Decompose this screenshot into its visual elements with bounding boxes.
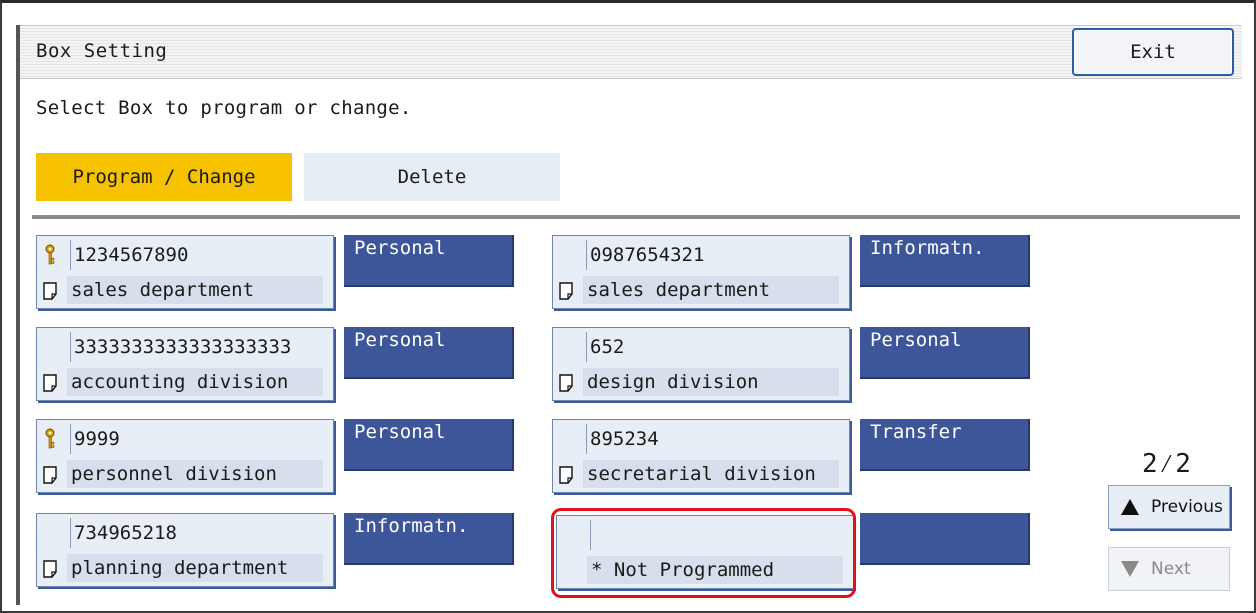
next-button[interactable]: Next xyxy=(1108,547,1230,591)
instruction-text: Select Box to program or change. xyxy=(36,97,412,119)
box-button[interactable]: 652 design division xyxy=(552,327,850,401)
box-number: 9999 xyxy=(70,424,329,454)
previous-button[interactable]: Previous xyxy=(1108,485,1230,529)
box-button[interactable]: 895234 secretarial division xyxy=(552,419,850,493)
box-number: 895234 xyxy=(586,424,845,454)
box-button[interactable]: 734965218 planning department xyxy=(36,513,334,587)
program-change-button[interactable]: Program / Change xyxy=(36,153,292,201)
document-icon xyxy=(43,560,57,578)
box-type-tag: Informatn. xyxy=(344,513,514,565)
box-type-tag: Personal xyxy=(860,327,1030,379)
document-icon xyxy=(559,282,573,300)
box-type-tag: Personal xyxy=(344,419,514,471)
delete-button[interactable]: Delete xyxy=(304,153,560,201)
page-indicator: 2⁄2 xyxy=(1142,449,1192,479)
box-type-tag: Transfer xyxy=(860,419,1030,471)
previous-label: Previous xyxy=(1151,497,1223,517)
document-icon xyxy=(43,374,57,392)
triangle-up-icon xyxy=(1121,499,1139,515)
box-name: planning department xyxy=(67,554,323,582)
box-number: 734965218 xyxy=(70,518,329,548)
box-name: sales department xyxy=(67,276,323,304)
document-icon xyxy=(43,466,57,484)
key-icon xyxy=(45,244,55,265)
box-type-tag: Personal xyxy=(344,327,514,379)
box-name: accounting division xyxy=(67,368,323,396)
window-frame: Box Setting Exit Select Box to program o… xyxy=(0,0,1256,613)
next-label: Next xyxy=(1151,559,1191,579)
window-title: Box Setting xyxy=(36,40,168,62)
box-button[interactable]: 0987654321 sales department xyxy=(552,235,850,309)
divider xyxy=(32,215,1240,219)
box-name: design division xyxy=(583,368,839,396)
triangle-down-icon xyxy=(1121,561,1139,577)
box-name: sales department xyxy=(583,276,839,304)
key-icon xyxy=(45,428,55,449)
box-type-tag: Personal xyxy=(344,235,514,287)
box-number: 3333333333333333333 xyxy=(70,332,329,362)
document-icon xyxy=(43,282,57,300)
box-button[interactable]: 1234567890 sales department xyxy=(36,235,334,309)
box-name: personnel division xyxy=(67,460,323,488)
box-number: 0987654321 xyxy=(586,240,845,270)
title-bar: Box Setting Exit xyxy=(16,25,1242,79)
left-border xyxy=(16,25,20,605)
exit-button[interactable]: Exit xyxy=(1072,28,1234,76)
document-icon xyxy=(559,374,573,392)
box-number: 1234567890 xyxy=(70,240,329,270)
box-type-tag: Informatn. xyxy=(860,235,1030,287)
box-number: 652 xyxy=(586,332,845,362)
selection-highlight xyxy=(551,508,856,598)
box-button[interactable]: 9999 personnel division xyxy=(36,419,334,493)
box-type-tag xyxy=(860,513,1030,565)
box-button[interactable]: 3333333333333333333 accounting division xyxy=(36,327,334,401)
box-name: secretarial division xyxy=(583,460,839,488)
document-icon xyxy=(559,466,573,484)
